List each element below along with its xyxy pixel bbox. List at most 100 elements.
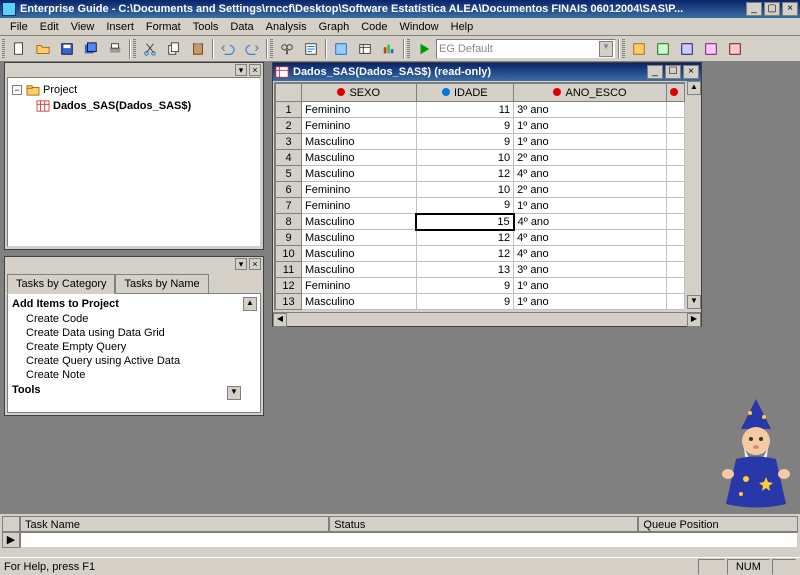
- grid-row[interactable]: 11Masculino133º ano: [276, 262, 685, 278]
- cell-ano-esco[interactable]: 4º ano: [514, 246, 667, 262]
- close-button[interactable]: ×: [782, 2, 798, 16]
- cell-extra[interactable]: [667, 166, 685, 182]
- cell-extra[interactable]: [667, 102, 685, 118]
- grid-row[interactable]: 4Masculino102º ano: [276, 150, 685, 166]
- save-button[interactable]: [56, 38, 78, 60]
- tab-tasks-by-category[interactable]: Tasks by Category: [7, 274, 115, 294]
- task-button-4[interactable]: [378, 38, 400, 60]
- new-button[interactable]: [8, 38, 30, 60]
- cell-sexo[interactable]: Masculino: [302, 166, 417, 182]
- grid-row[interactable]: 6Feminino102º ano: [276, 182, 685, 198]
- print-button[interactable]: [104, 38, 126, 60]
- col-idade[interactable]: IDADE: [416, 84, 514, 102]
- grid-row[interactable]: 3Masculino91º ano: [276, 134, 685, 150]
- mdi-close-button[interactable]: ×: [683, 65, 699, 79]
- menu-data[interactable]: Data: [224, 19, 259, 35]
- row-number[interactable]: 12: [276, 278, 302, 294]
- restore-button[interactable]: ▢: [764, 2, 780, 16]
- horizontal-scrollbar[interactable]: ◀ ▶: [273, 312, 701, 326]
- find-button[interactable]: [276, 38, 298, 60]
- cell-ano-esco[interactable]: 4º ano: [514, 230, 667, 246]
- cell-extra[interactable]: [667, 198, 685, 214]
- cell-ano-esco[interactable]: 1º ano: [514, 294, 667, 310]
- cell-extra[interactable]: [667, 294, 685, 310]
- row-number[interactable]: 10: [276, 246, 302, 262]
- tab-tasks-by-name[interactable]: Tasks by Name: [115, 274, 208, 294]
- assistant-wizard[interactable]: [716, 399, 796, 509]
- cell-sexo[interactable]: Feminino: [302, 198, 417, 214]
- row-number[interactable]: 4: [276, 150, 302, 166]
- cell-sexo[interactable]: Feminino: [302, 102, 417, 118]
- menu-window[interactable]: Window: [394, 19, 445, 35]
- toolbar-grip[interactable]: [407, 39, 410, 59]
- menu-code[interactable]: Code: [355, 19, 393, 35]
- tool-a[interactable]: [628, 38, 650, 60]
- cell-idade[interactable]: 13: [416, 262, 514, 278]
- tree-item[interactable]: Dados_SAS(Dados_SAS$): [12, 98, 256, 114]
- menu-edit[interactable]: Edit: [34, 19, 65, 35]
- cell-ano-esco[interactable]: 1º ano: [514, 118, 667, 134]
- menu-insert[interactable]: Insert: [100, 19, 140, 35]
- grid-row[interactable]: 2Feminino91º ano: [276, 118, 685, 134]
- col-sexo[interactable]: SEXO: [302, 84, 417, 102]
- cell-idade[interactable]: 9: [416, 198, 514, 214]
- toolbar-grip[interactable]: [133, 39, 136, 59]
- data-grid[interactable]: SEXOIDADEANO_ESCO1Feminino113º ano2Femin…: [275, 83, 685, 310]
- task-item[interactable]: Create Empty Query: [10, 340, 258, 354]
- cell-idade[interactable]: 10: [416, 182, 514, 198]
- cell-idade[interactable]: 9: [416, 278, 514, 294]
- tree-collapse-icon[interactable]: −: [12, 85, 22, 95]
- cell-idade[interactable]: 12: [416, 166, 514, 182]
- pane-pin-button[interactable]: ▾: [235, 64, 247, 76]
- mdi-maximize-button[interactable]: ☐: [665, 65, 681, 79]
- row-number[interactable]: 11: [276, 262, 302, 278]
- cell-ano-esco[interactable]: 2º ano: [514, 182, 667, 198]
- grid-row[interactable]: 5Masculino124º ano: [276, 166, 685, 182]
- cell-extra[interactable]: [667, 278, 685, 294]
- grid-corner[interactable]: [276, 84, 302, 102]
- minimize-button[interactable]: _: [746, 2, 762, 16]
- task-item[interactable]: Create Code: [10, 312, 258, 326]
- grid-row[interactable]: 12Feminino91º ano: [276, 278, 685, 294]
- task-button[interactable]: [300, 38, 322, 60]
- cell-sexo[interactable]: Masculino: [302, 230, 417, 246]
- menu-view[interactable]: View: [65, 19, 101, 35]
- grid-row[interactable]: 8Masculino154º ano: [276, 214, 685, 230]
- cell-sexo[interactable]: Masculino: [302, 262, 417, 278]
- col-status[interactable]: Status: [329, 516, 638, 532]
- grid-row[interactable]: 9Masculino124º ano: [276, 230, 685, 246]
- row-number[interactable]: 2: [276, 118, 302, 134]
- cut-button[interactable]: [139, 38, 161, 60]
- pane-pin-button[interactable]: ▾: [235, 258, 247, 270]
- cell-sexo[interactable]: Feminino: [302, 182, 417, 198]
- undo-button[interactable]: [217, 38, 239, 60]
- grid-row[interactable]: 7Feminino91º ano: [276, 198, 685, 214]
- task-list[interactable]: ▲ ▼ Add Items to Project Create CodeCrea…: [7, 293, 261, 413]
- row-number[interactable]: 5: [276, 166, 302, 182]
- task-button-2[interactable]: [330, 38, 352, 60]
- grid-row[interactable]: 1Feminino113º ano: [276, 102, 685, 118]
- task-button-3[interactable]: [354, 38, 376, 60]
- row-number[interactable]: 13: [276, 294, 302, 310]
- cell-extra[interactable]: [667, 262, 685, 278]
- run-button[interactable]: [413, 38, 435, 60]
- row-number[interactable]: 7: [276, 198, 302, 214]
- row-number[interactable]: 3: [276, 134, 302, 150]
- scroll-down-button[interactable]: ▼: [227, 386, 241, 400]
- cell-extra[interactable]: [667, 246, 685, 262]
- cell-sexo[interactable]: Masculino: [302, 294, 417, 310]
- style-combo[interactable]: EG Default ▼: [436, 39, 616, 59]
- scroll-up-icon[interactable]: ▲: [687, 81, 701, 95]
- redo-button[interactable]: [241, 38, 263, 60]
- task-item[interactable]: Create Data using Data Grid: [10, 326, 258, 340]
- cell-ano-esco[interactable]: 1º ano: [514, 134, 667, 150]
- cell-idade[interactable]: 12: [416, 246, 514, 262]
- cell-extra[interactable]: [667, 230, 685, 246]
- menu-tools[interactable]: Tools: [187, 19, 225, 35]
- scroll-down-icon[interactable]: ▼: [687, 295, 701, 309]
- cell-sexo[interactable]: Masculino: [302, 246, 417, 262]
- cell-extra[interactable]: [667, 134, 685, 150]
- cell-idade[interactable]: 9: [416, 134, 514, 150]
- menu-format[interactable]: Format: [140, 19, 187, 35]
- cell-sexo[interactable]: Feminino: [302, 118, 417, 134]
